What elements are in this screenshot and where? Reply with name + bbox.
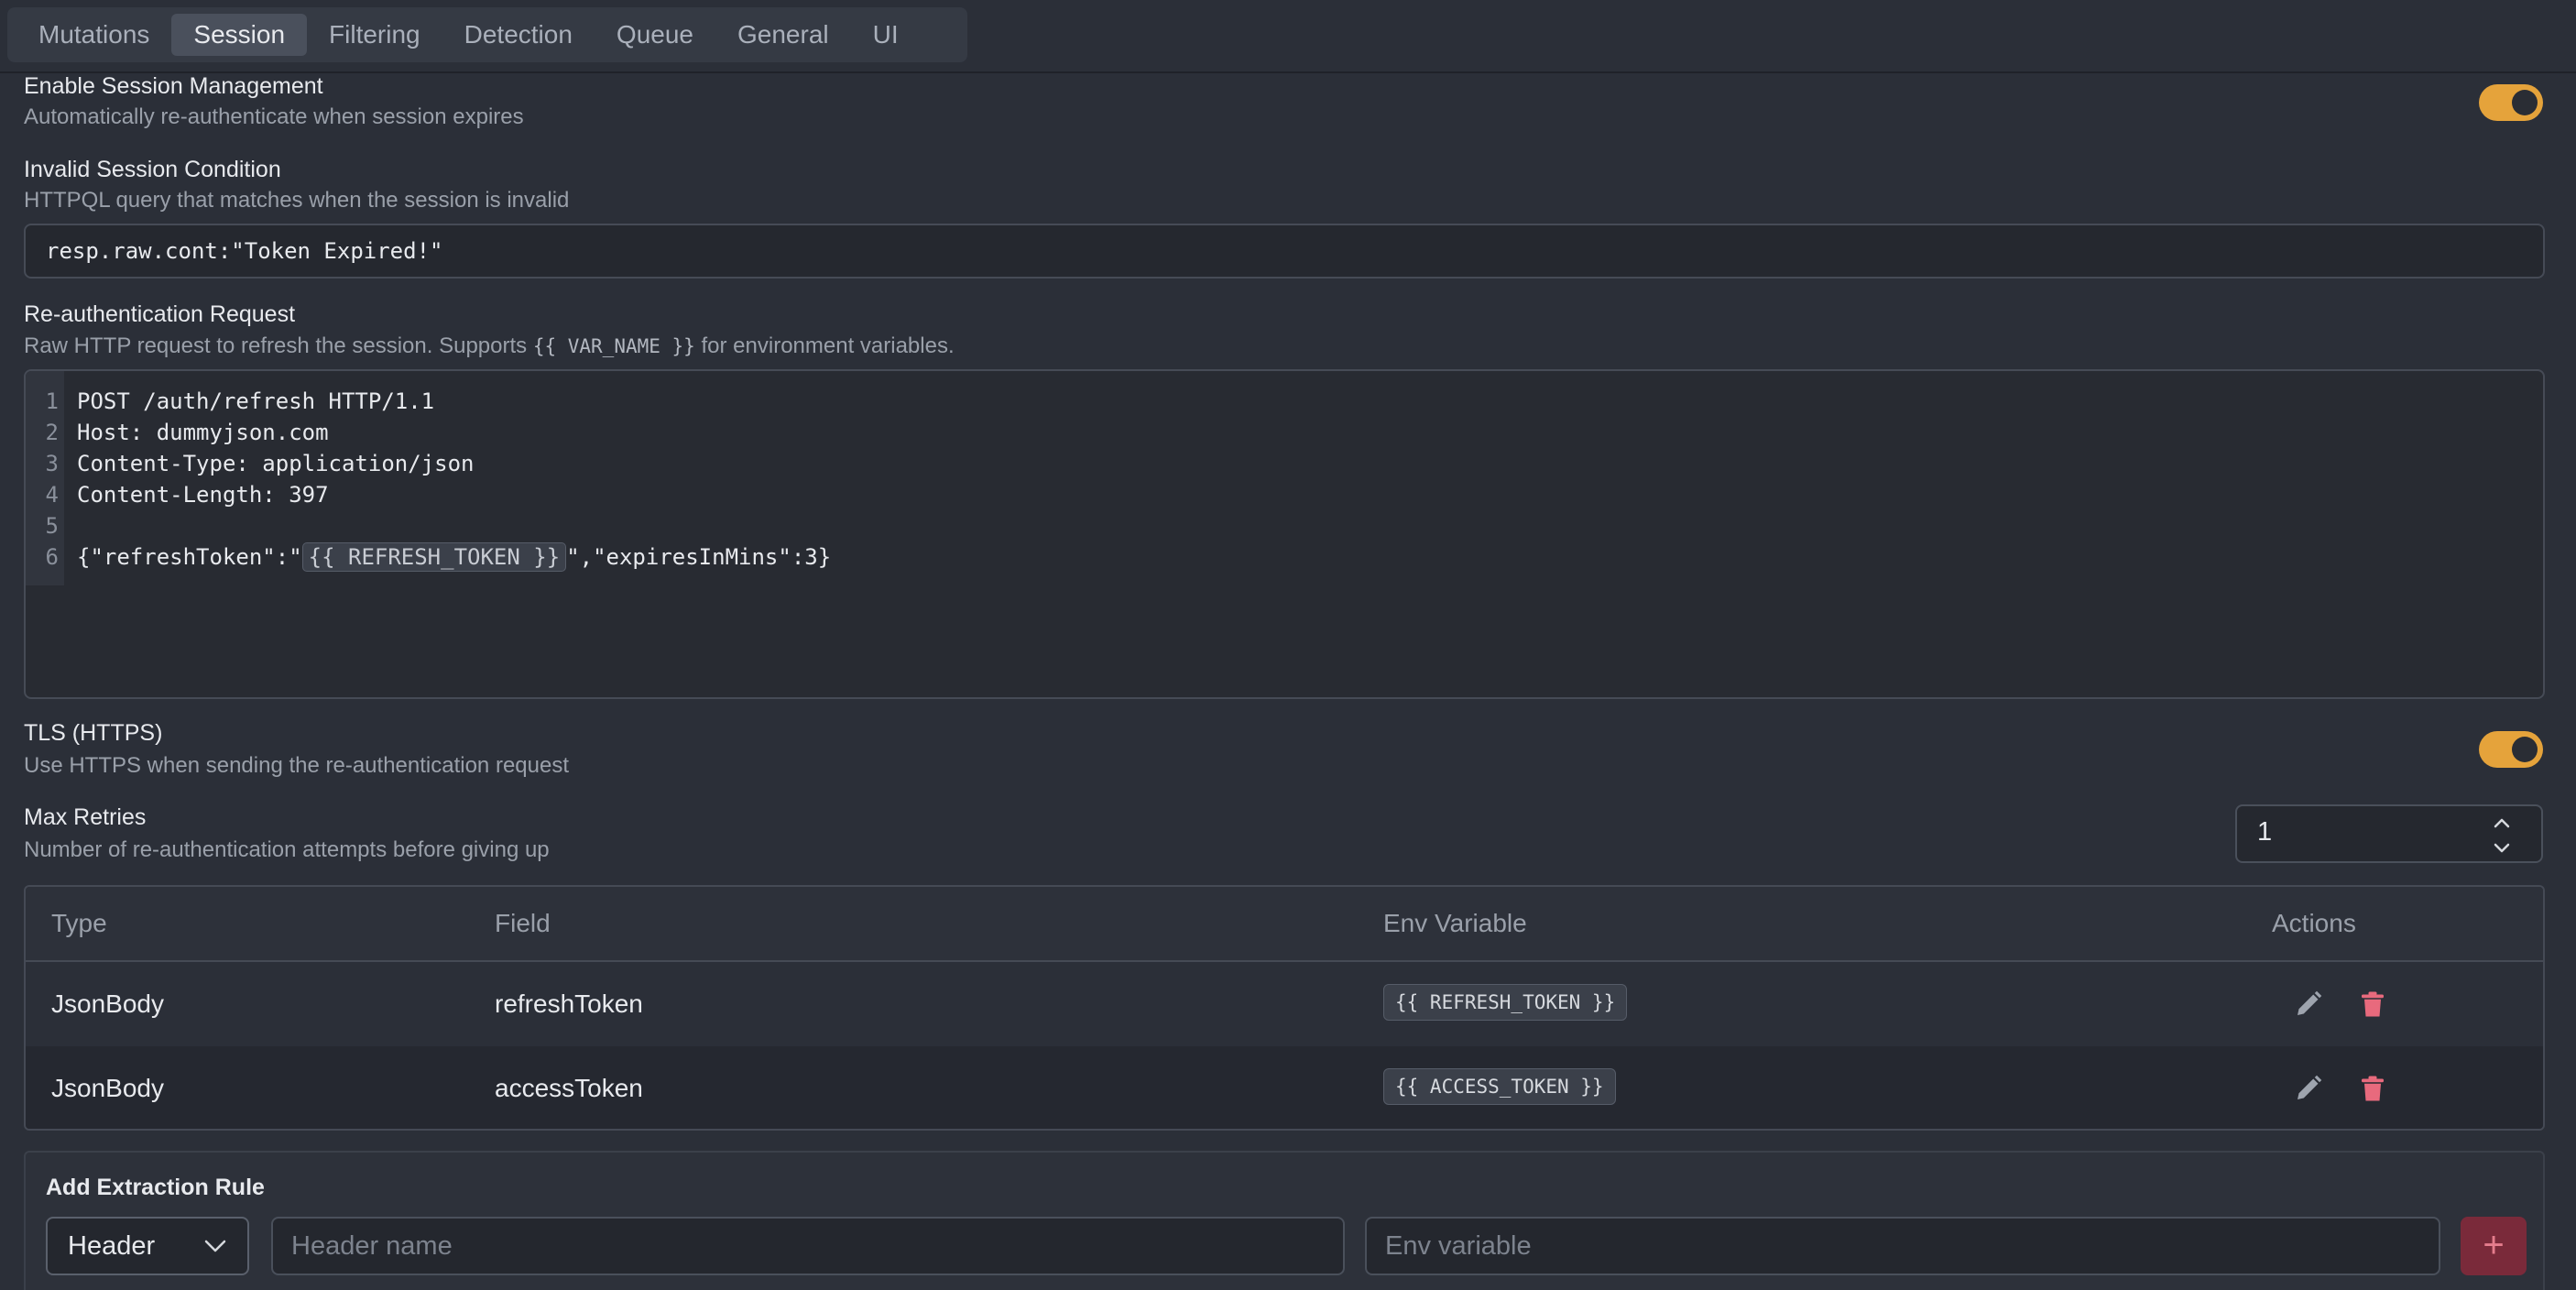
code-line: 2 Host: dummyjson.com xyxy=(26,417,2543,448)
reauth-request-description: Raw HTTP request to refresh the session.… xyxy=(24,333,955,359)
tab-mutations[interactable]: Mutations xyxy=(16,14,171,56)
line-text: Host: dummyjson.com xyxy=(77,420,329,445)
tab-queue[interactable]: Queue xyxy=(595,14,715,56)
tls-toggle[interactable] xyxy=(2479,731,2543,768)
invalid-condition-input[interactable]: resp.raw.cont:"Token Expired!" xyxy=(24,224,2545,279)
code-line: 4 Content-Length: 397 xyxy=(26,479,2543,510)
reauth-description-text-end: for environment variables. xyxy=(694,333,955,358)
tab-bar: Mutations Session Filtering Detection Qu… xyxy=(7,7,967,62)
tls-description: Use HTTPS when sending the re-authentica… xyxy=(24,753,569,778)
row-env-chip: {{ REFRESH_TOKEN }} xyxy=(1383,984,1628,1021)
delete-icon[interactable] xyxy=(2356,1072,2389,1105)
column-header-actions: Actions xyxy=(2272,909,2356,937)
header-name-input[interactable]: Header name xyxy=(271,1217,1345,1275)
line-number: 5 xyxy=(45,513,59,539)
edit-icon[interactable] xyxy=(2292,988,2325,1021)
table-row: JsonBody refreshToken {{ REFRESH_TOKEN }… xyxy=(26,962,2543,1046)
tab-session[interactable]: Session xyxy=(171,14,308,56)
line-number: 6 xyxy=(45,544,59,570)
tab-ui[interactable]: UI xyxy=(851,14,921,56)
row-type: JsonBody xyxy=(51,1074,164,1102)
reauth-description-code: {{ VAR_NAME }} xyxy=(532,335,695,357)
stepper-arrows-icon[interactable] xyxy=(2490,814,2514,858)
code-line: 1 POST /auth/refresh HTTP/1.1 xyxy=(26,386,2543,417)
column-header-type: Type xyxy=(51,909,107,937)
reauth-request-editor[interactable]: 1 POST /auth/refresh HTTP/1.1 2 Host: du… xyxy=(24,369,2545,699)
enable-session-toggle[interactable] xyxy=(2479,84,2543,121)
delete-icon[interactable] xyxy=(2356,988,2389,1021)
table-row: JsonBody accessToken {{ ACCESS_TOKEN }} xyxy=(26,1046,2543,1129)
line-number: 1 xyxy=(45,388,59,414)
tls-label: TLS (HTTPS) xyxy=(24,720,163,746)
column-header-env: Env Variable xyxy=(1383,909,1527,937)
row-field: accessToken xyxy=(495,1074,643,1102)
extraction-rules-table: Type Field Env Variable Actions JsonBody… xyxy=(24,885,2545,1131)
chevron-down-icon xyxy=(204,1240,226,1252)
reauth-request-label: Re-authentication Request xyxy=(24,301,296,327)
code-line: 6 {"refreshToken":"{{ REFRESH_TOKEN }} ",… xyxy=(26,541,2543,573)
max-retries-input[interactable]: 1 xyxy=(2235,804,2543,863)
add-rule-title: Add Extraction Rule xyxy=(46,1175,265,1200)
line-text: Content-Type: application/json xyxy=(77,451,475,476)
add-rule-button[interactable]: + xyxy=(2461,1217,2527,1275)
line-number: 4 xyxy=(45,482,59,508)
line-text: Content-Length: 397 xyxy=(77,482,329,508)
line-text: POST /auth/refresh HTTP/1.1 xyxy=(77,388,435,414)
toggle-knob xyxy=(2512,90,2538,115)
env-variable-chip: {{ REFRESH_TOKEN }} xyxy=(301,542,567,572)
source-type-value: Header xyxy=(68,1231,156,1261)
code-line: 5 xyxy=(26,510,2543,541)
json-text: {"refreshToken":" xyxy=(77,544,302,570)
line-text: {"refreshToken":"{{ REFRESH_TOKEN }} ","e… xyxy=(77,541,831,573)
enable-session-label: Enable Session Management xyxy=(24,73,323,99)
column-header-field: Field xyxy=(495,909,551,937)
row-field: refreshToken xyxy=(495,989,643,1018)
edit-icon[interactable] xyxy=(2292,1072,2325,1105)
code-line: 3 Content-Type: application/json xyxy=(26,448,2543,479)
max-retries-label: Max Retries xyxy=(24,804,147,830)
source-type-select[interactable]: Header xyxy=(46,1217,249,1275)
row-env-chip: {{ ACCESS_TOKEN }} xyxy=(1383,1068,1616,1105)
tab-general[interactable]: General xyxy=(715,14,851,56)
invalid-condition-description: HTTPQL query that matches when the sessi… xyxy=(24,188,570,213)
tab-filtering[interactable]: Filtering xyxy=(307,14,442,56)
max-retries-description: Number of re-authentication attempts bef… xyxy=(24,837,550,862)
invalid-condition-label: Invalid Session Condition xyxy=(24,157,281,182)
tab-detection[interactable]: Detection xyxy=(442,14,595,56)
max-retries-value: 1 xyxy=(2257,817,2273,847)
top-bar: Mutations Session Filtering Detection Qu… xyxy=(0,0,2576,73)
enable-session-description: Automatically re-authenticate when sessi… xyxy=(24,104,524,129)
add-extraction-rule-panel: Add Extraction Rule Header Header name E… xyxy=(24,1151,2545,1290)
row-type: JsonBody xyxy=(51,989,164,1018)
reauth-description-text: Raw HTTP request to refresh the session.… xyxy=(24,333,533,358)
toggle-knob xyxy=(2512,737,2538,762)
env-variable-input[interactable]: Env variable xyxy=(1365,1217,2440,1275)
json-text-end: ","expiresInMins":3} xyxy=(566,544,832,570)
table-header: Type Field Env Variable Actions xyxy=(26,887,2543,962)
line-number: 2 xyxy=(45,420,59,445)
line-number: 3 xyxy=(45,451,59,476)
